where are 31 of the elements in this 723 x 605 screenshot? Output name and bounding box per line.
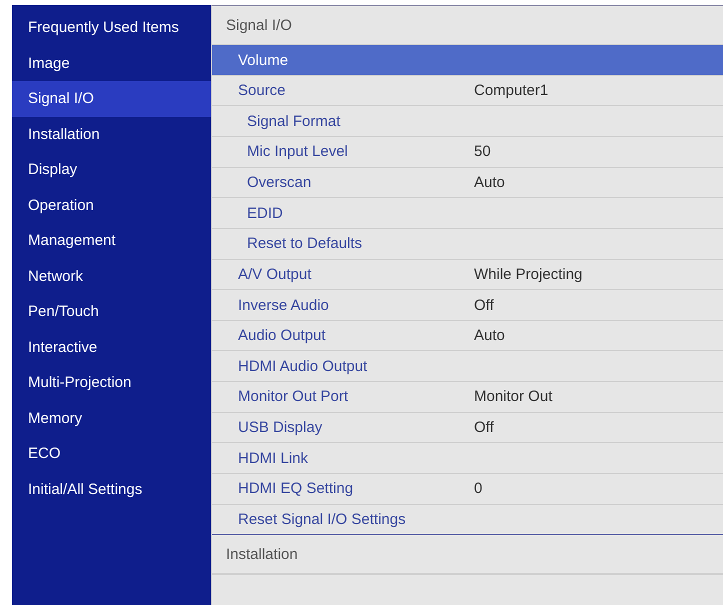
sidebar-item[interactable]: Initial/All Settings [12, 472, 211, 507]
menu-row[interactable]: HDMI Link [212, 443, 723, 474]
sidebar-item[interactable]: Network [12, 258, 211, 294]
sidebar-item[interactable]: Interactive [12, 330, 211, 365]
menu-row[interactable]: Monitor Out Port Monitor Out [212, 382, 723, 413]
menu-row[interactable]: HDMI EQ Setting 0 [212, 474, 723, 505]
sidebar-item[interactable]: Multi-Projection [12, 365, 211, 400]
menu-row[interactable]: EDID [212, 198, 723, 229]
menu-row[interactable]: Reset to Defaults [212, 228, 723, 260]
menu-row[interactable]: HDMI Audio Output [212, 351, 723, 382]
sidebar-item[interactable]: Display [12, 152, 211, 188]
sidebar-item[interactable]: Installation [12, 116, 211, 152]
sidebar-item[interactable]: Operation [12, 188, 211, 223]
sidebar-item[interactable]: Memory [12, 400, 211, 436]
menu-row[interactable]: Source Computer1 [212, 76, 723, 106]
menu-row[interactable]: A/V Output While Projecting [212, 260, 723, 290]
section-title: Installation [212, 535, 723, 574]
menu-row[interactable]: Reset Signal I/O Settings [212, 504, 723, 536]
sidebar-item[interactable]: Signal I/O [12, 81, 211, 116]
menu-row[interactable]: Inverse Audio Off [212, 290, 723, 321]
sidebar-item[interactable]: Frequently Used Items [12, 10, 211, 46]
menu-row[interactable]: Mic Input Level 50 [212, 137, 723, 168]
sidebar-item[interactable]: Management [12, 223, 211, 258]
sidebar-item[interactable]: ECO [12, 436, 211, 472]
sidebar-item[interactable]: Image [12, 46, 211, 81]
menu-row[interactable]: USB Display Off [212, 412, 723, 444]
menu-row[interactable]: Audio Output Auto [212, 320, 723, 352]
menu-row[interactable]: Signal Format [212, 106, 723, 138]
sidebar-item[interactable]: Pen/Touch [12, 294, 211, 330]
menu-row[interactable]: Volume [212, 45, 723, 76]
menu-row[interactable]: Overscan Auto [212, 168, 723, 198]
